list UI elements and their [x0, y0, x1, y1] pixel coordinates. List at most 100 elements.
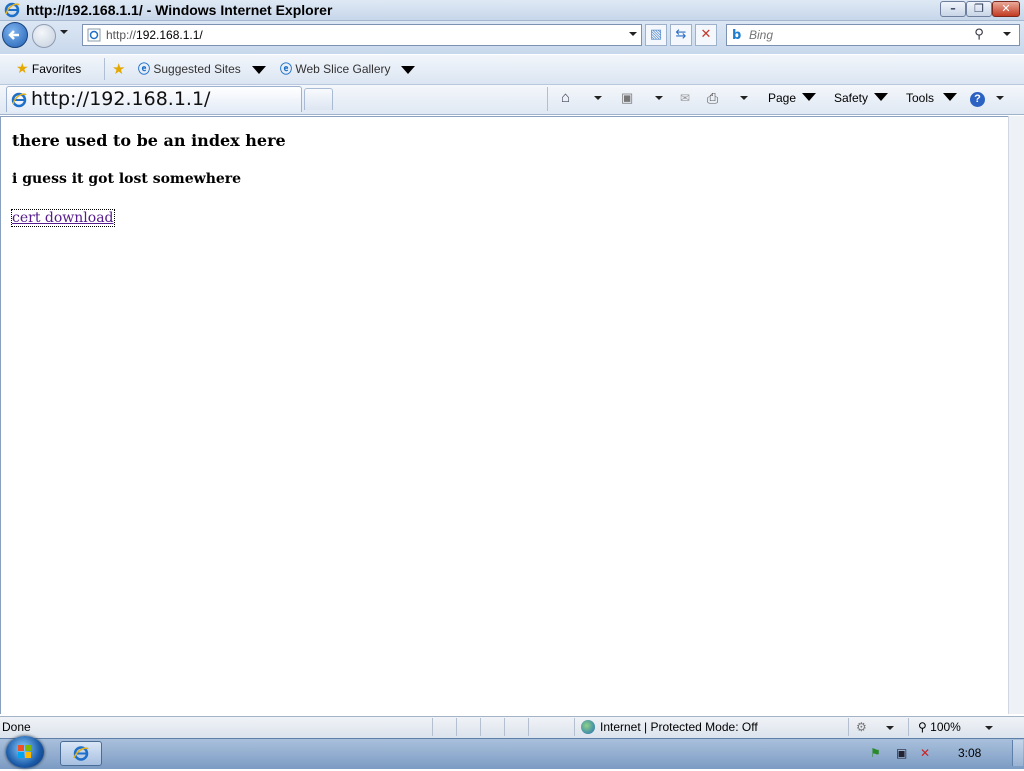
security-zone-label[interactable]: Internet | Protected Mode: Off	[600, 720, 758, 734]
address-text[interactable]: http://192.168.1.1/	[106, 28, 203, 42]
status-text: Done	[2, 720, 31, 734]
separator	[432, 718, 433, 736]
home-icon: ⌂	[561, 89, 571, 106]
zoom-value: 100%	[930, 720, 961, 734]
page-subheading: i guess it got lost somewhere	[12, 171, 242, 187]
safety-dropdown-icon[interactable]	[874, 93, 888, 101]
tools-menu-button[interactable]: Tools	[906, 89, 934, 107]
stop-button[interactable]: ✕	[695, 24, 717, 46]
suggested-sites-dropdown-icon[interactable]	[252, 66, 266, 74]
clock[interactable]: 3:08	[958, 746, 981, 760]
search-input[interactable]	[749, 27, 969, 43]
page-heading: there used to be an index here	[12, 131, 286, 150]
refresh-icon: ⇆	[675, 27, 687, 42]
help-button[interactable]: ?	[970, 89, 985, 107]
favorites-label: Favorites	[31, 62, 82, 76]
page-dropdown-icon[interactable]	[802, 93, 816, 101]
separator	[848, 718, 849, 736]
ie-logo-icon	[4, 2, 20, 18]
help-icon: ?	[970, 92, 985, 107]
rss-feed-icon: ▣	[621, 90, 634, 105]
restore-icon: ❐	[974, 2, 984, 15]
favorites-item-suggested-sites[interactable]: ⓔ Suggested Sites	[138, 60, 241, 78]
search-icon[interactable]: ⚲	[971, 27, 987, 43]
separator	[574, 718, 575, 736]
ie-page-icon: ⓔ	[280, 62, 293, 76]
back-button[interactable]	[2, 22, 28, 48]
safety-menu-button[interactable]: Safety	[834, 89, 868, 107]
volume-muted-icon[interactable]: ✕	[920, 746, 934, 760]
tab-label: http://192.168.1.1/	[31, 88, 211, 110]
help-dropdown-icon[interactable]	[996, 96, 1004, 100]
feeds-button[interactable]: ▣	[621, 89, 633, 107]
feeds-dropdown-icon[interactable]	[655, 96, 663, 100]
back-arrow-icon	[8, 30, 19, 40]
refresh-button[interactable]: ⇆	[670, 24, 692, 46]
show-desktop-button[interactable]	[1012, 740, 1023, 766]
web-slice-gallery-dropdown-icon[interactable]	[401, 66, 415, 74]
home-dropdown-icon[interactable]	[594, 96, 602, 100]
address-dropdown-icon[interactable]	[629, 32, 637, 36]
mail-icon: ✉	[680, 91, 691, 105]
read-mail-button[interactable]: ✉	[680, 89, 690, 107]
network-icon[interactable]: ▣	[896, 746, 910, 760]
internet-zone-icon	[581, 720, 595, 734]
favorites-item-web-slice-gallery[interactable]: ⓔ Web Slice Gallery	[280, 60, 391, 78]
maximize-button[interactable]: ❐	[966, 1, 992, 17]
ie-page-icon: ⓔ	[138, 62, 151, 76]
favorites-star-icon: ★	[16, 60, 29, 76]
status-bar	[0, 716, 1024, 739]
compatibility-view-button[interactable]: ▧	[645, 24, 667, 46]
separator	[456, 718, 457, 736]
address-prefix: http://	[106, 28, 137, 42]
zoom-icon: ⚲	[918, 720, 927, 734]
action-center-icon[interactable]: ⚑	[870, 746, 884, 760]
separator	[528, 718, 529, 736]
separator	[480, 718, 481, 736]
start-button[interactable]	[6, 736, 44, 768]
separator	[547, 87, 548, 111]
add-favorite-icon: ★	[112, 61, 126, 78]
stop-icon: ✕	[700, 27, 712, 42]
close-window-button[interactable]: ✕	[992, 1, 1020, 17]
add-to-favorites-bar-button[interactable]: ★	[112, 60, 125, 78]
zoom-dropdown-icon[interactable]	[985, 726, 993, 730]
ie-logo-icon	[11, 92, 27, 108]
close-icon: ✕	[1001, 2, 1011, 15]
vertical-scrollbar[interactable]	[1008, 116, 1024, 714]
print-button[interactable]: ⎙	[707, 89, 718, 107]
zoom-level[interactable]: ⚲ 100%	[918, 720, 961, 734]
favorites-button[interactable]: ★ Favorites	[16, 60, 81, 78]
ie-logo-icon	[73, 746, 89, 761]
window-title: http://192.168.1.1/ - Windows Internet E…	[26, 2, 333, 18]
compatibility-view-icon: ▧	[649, 27, 663, 42]
page-icon	[87, 28, 101, 42]
separator	[504, 718, 505, 736]
minimize-button[interactable]: –	[940, 1, 966, 17]
windows-logo-icon	[18, 745, 31, 758]
favorites-item-label: Web Slice Gallery	[295, 62, 391, 76]
recent-pages-dropdown-icon[interactable]	[60, 30, 68, 34]
address-host: 192.168.1.1/	[136, 28, 203, 42]
tools-dropdown-icon[interactable]	[943, 93, 957, 101]
new-tab-button[interactable]	[304, 88, 333, 110]
taskbar-ie-button[interactable]	[60, 741, 102, 766]
cert-download-link[interactable]: cert download	[11, 209, 115, 227]
separator	[104, 58, 105, 80]
home-button[interactable]: ⌂	[561, 89, 570, 107]
print-dropdown-icon[interactable]	[740, 96, 748, 100]
page-content	[0, 116, 1008, 714]
search-box[interactable]: b ⚲	[726, 24, 1020, 46]
printer-icon: ⎙	[707, 90, 719, 106]
protected-mode-icon[interactable]: ⚙	[856, 720, 867, 734]
tab-current-page[interactable]: http://192.168.1.1/	[6, 86, 302, 112]
minimize-icon: –	[950, 2, 956, 15]
bing-logo-icon: b	[732, 28, 742, 43]
favorites-item-label: Suggested Sites	[153, 62, 241, 76]
search-options-dropdown-icon[interactable]	[1003, 32, 1011, 36]
page-menu-button[interactable]: Page	[768, 89, 796, 107]
popup-dropdown-icon[interactable]	[886, 726, 894, 730]
separator	[908, 718, 909, 736]
forward-button[interactable]	[32, 24, 56, 48]
address-bar[interactable]: http://192.168.1.1/	[82, 24, 642, 46]
